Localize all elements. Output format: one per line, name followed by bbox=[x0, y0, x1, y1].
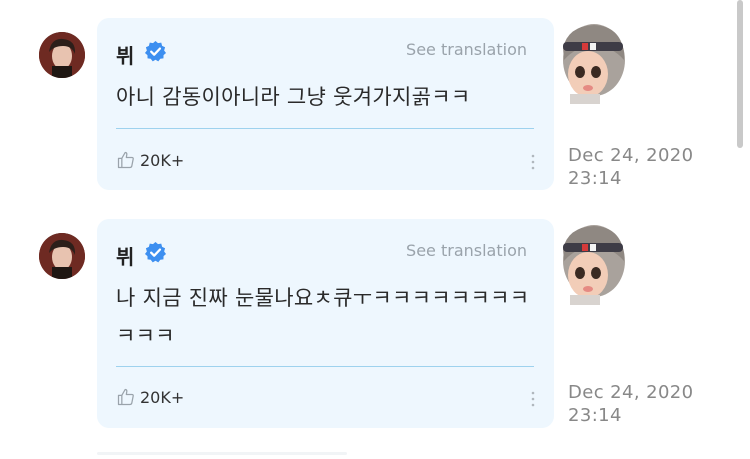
post-date-time: 23:14 bbox=[568, 405, 622, 426]
message-text: 나 지금 진짜 눈물나요ㅊ큐ㅜㅋㅋㅋㅋㅋㅋㅋㅋㅋㅋㅋ bbox=[116, 286, 530, 348]
message-card: 뷔 See translation 아니 감동이아니라 그냥 웃겨가지곩ㅋㅋ 2… bbox=[97, 18, 554, 190]
message-text: 아니 감동이아니라 그냥 웃겨가지곩ㅋㅋ bbox=[116, 85, 471, 109]
avatar-image bbox=[39, 32, 85, 78]
avatar[interactable] bbox=[39, 32, 85, 78]
like-count: 20K+ bbox=[140, 387, 185, 407]
author-name[interactable]: 뷔 bbox=[116, 241, 135, 270]
thumbs-up-icon bbox=[117, 388, 134, 406]
avatar[interactable] bbox=[39, 233, 85, 279]
post-item: 뷔 See translation 나 지금 진짜 눈물나요ㅊ큐ㅜㅋㅋㅋㅋㅋㅋㅋ… bbox=[0, 215, 750, 430]
next-card-edge bbox=[97, 452, 347, 455]
post-item: 뷔 See translation 아니 감동이아니라 그냥 웃겨가지곩ㅋㅋ 2… bbox=[0, 14, 750, 229]
post-date: Dec 24, 2020 23:14 bbox=[568, 381, 694, 427]
divider bbox=[116, 128, 534, 129]
divider bbox=[116, 366, 534, 367]
like-count: 20K+ bbox=[140, 150, 185, 170]
sticker-image bbox=[563, 24, 625, 104]
like-button[interactable]: 20K+ bbox=[116, 387, 184, 407]
sticker-image bbox=[563, 225, 625, 305]
post-date-day: Dec 24, 2020 bbox=[568, 145, 694, 166]
message-card: 뷔 See translation 나 지금 진짜 눈물나요ㅊ큐ㅜㅋㅋㅋㅋㅋㅋㅋ… bbox=[97, 219, 554, 428]
see-translation-link[interactable]: See translation bbox=[406, 40, 527, 59]
post-date-time: 23:14 bbox=[568, 168, 622, 189]
more-options-icon[interactable] bbox=[530, 390, 536, 408]
author-name[interactable]: 뷔 bbox=[116, 40, 135, 69]
avatar-image bbox=[39, 233, 85, 279]
see-translation-link[interactable]: See translation bbox=[406, 241, 527, 260]
post-date: Dec 24, 2020 23:14 bbox=[568, 144, 694, 190]
like-button[interactable]: 20K+ bbox=[116, 150, 184, 170]
verified-badge-icon bbox=[144, 241, 167, 263]
thumbs-up-icon bbox=[117, 151, 134, 169]
more-options-icon[interactable] bbox=[530, 153, 536, 171]
verified-badge-icon bbox=[144, 40, 167, 62]
post-date-day: Dec 24, 2020 bbox=[568, 382, 694, 403]
